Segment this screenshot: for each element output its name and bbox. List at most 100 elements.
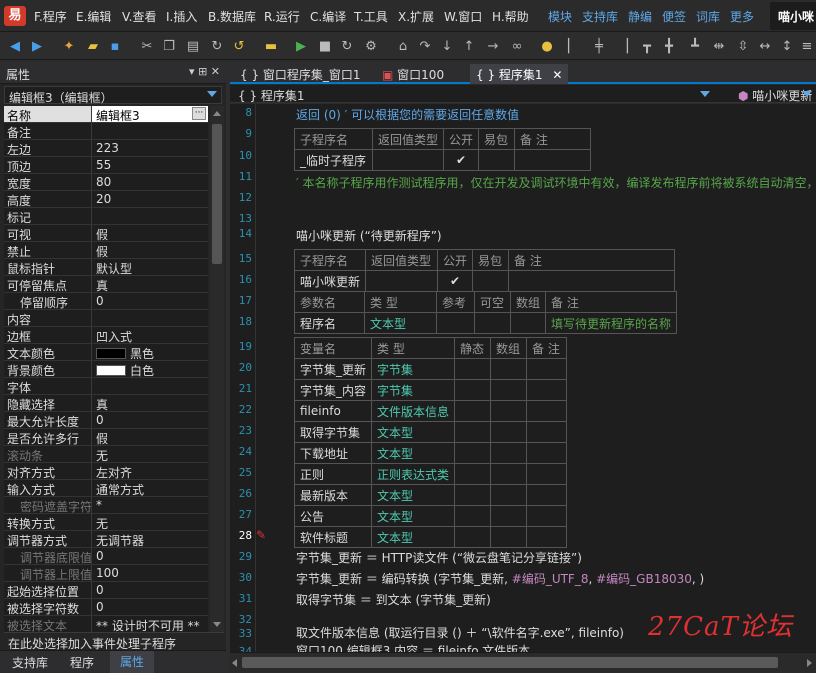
table-row[interactable]: 公告 文本型 <box>293 505 568 527</box>
nullable-cell[interactable] <box>474 312 511 334</box>
menu-view[interactable]: V.查看 <box>122 8 156 25</box>
property-row[interactable]: 转换方式无 <box>4 514 208 531</box>
param-name-cell[interactable]: 程序名 <box>294 312 365 334</box>
empty-cell[interactable] <box>526 442 568 464</box>
code-line-29[interactable]: 字节集_更新 ＝ HTTP读文件 (“微云盘笔记分享链接”) <box>296 549 582 566</box>
property-value[interactable]: 无 <box>92 446 208 462</box>
var-name-cell[interactable]: fileinfo <box>293 400 373 422</box>
property-row[interactable]: 输入方式 通常方式 <box>4 480 208 497</box>
property-value[interactable] <box>92 310 208 326</box>
quick-tab-more[interactable]: 更多 <box>730 8 754 25</box>
breakpoint-icon[interactable]: ✎ <box>256 528 266 542</box>
empty-cell[interactable] <box>490 484 528 506</box>
empty-cell[interactable] <box>526 421 568 443</box>
property-row[interactable]: 标记 <box>4 208 208 225</box>
empty-cell[interactable] <box>490 505 528 527</box>
tab-window-assembly[interactable]: { } 窗口程序集_窗口1 <box>234 64 367 84</box>
property-value[interactable]: 223 <box>92 140 208 156</box>
property-value[interactable] <box>92 378 208 394</box>
quick-tab-modules[interactable]: 模块 <box>548 8 572 25</box>
back-icon[interactable]: ◀ <box>6 37 24 55</box>
menu-edit[interactable]: E.编辑 <box>76 8 111 25</box>
property-value[interactable] <box>92 208 208 224</box>
arrow-icon[interactable]: → <box>484 37 502 55</box>
scroll-down-icon[interactable] <box>213 622 221 627</box>
property-row[interactable]: 调节器上限值 100 <box>4 565 208 582</box>
property-row[interactable]: 备注 <box>4 123 208 140</box>
empty-cell[interactable] <box>490 421 528 443</box>
property-value[interactable]: 无调节器 <box>92 531 208 547</box>
tab-properties[interactable]: 属性 <box>110 651 155 673</box>
assembly-selector[interactable]: { } 程序集1 <box>238 87 305 104</box>
empty-cell[interactable] <box>490 463 528 485</box>
property-row[interactable]: 文本颜色 黑色 <box>4 344 208 361</box>
epackage-cell[interactable] <box>478 149 516 171</box>
check-icon[interactable]: ✔ <box>437 270 474 292</box>
property-row[interactable]: 被选择文本 ** 设计时不可用 ** <box>4 616 208 632</box>
table-row[interactable]: 字节集_内容 字节集 <box>293 379 568 401</box>
empty-cell[interactable] <box>490 442 528 464</box>
run-icon[interactable]: ▶ <box>292 37 310 55</box>
network-icon[interactable]: ⌂ <box>394 37 412 55</box>
var-name-cell[interactable]: 字节集_更新 <box>293 358 373 380</box>
code-line-8[interactable]: 返回 (0) ′ 可以根据您的需要返回任意数值 <box>296 106 519 123</box>
property-value[interactable]: 55 <box>92 157 208 173</box>
property-value[interactable]: 左对齐 <box>92 463 208 479</box>
property-value[interactable]: 80 <box>92 174 208 190</box>
scroll-thumb[interactable] <box>212 124 222 264</box>
empty-cell[interactable] <box>490 379 528 401</box>
empty-cell[interactable] <box>526 505 568 527</box>
copy-icon[interactable]: ❐ <box>160 37 178 55</box>
chevron-down-icon[interactable] <box>700 91 710 97</box>
restart-icon[interactable]: ↻ <box>338 37 356 55</box>
empty-cell[interactable] <box>454 358 492 380</box>
property-row[interactable]: 左边 223 <box>4 140 208 157</box>
property-value[interactable]: 20 <box>92 191 208 207</box>
cut-icon[interactable]: ✂ <box>138 37 156 55</box>
property-row[interactable]: 可停留焦点真 <box>4 276 208 293</box>
property-value[interactable]: 假 <box>92 225 208 241</box>
tab-assembly1[interactable]: { } 程序集1 ✕ <box>470 64 569 84</box>
empty-cell[interactable] <box>526 526 568 548</box>
property-value[interactable]: 白色 <box>92 361 208 377</box>
color-swatch[interactable] <box>96 348 126 359</box>
property-row[interactable]: 鼠标指针 默认型 <box>4 259 208 276</box>
align-bottom-icon[interactable]: ┻ <box>686 37 704 55</box>
property-row[interactable]: 停留顺序 0 <box>4 293 208 310</box>
menu-program[interactable]: F.程序 <box>34 8 67 25</box>
property-row[interactable]: 字体 <box>4 378 208 395</box>
empty-cell[interactable] <box>454 379 492 401</box>
var-name-cell[interactable]: 字节集_内容 <box>293 379 373 401</box>
menu-database[interactable]: B.数据库 <box>208 8 256 25</box>
property-row[interactable]: 调节器底限值 0 <box>4 548 208 565</box>
array-cell[interactable] <box>509 312 547 334</box>
property-row[interactable]: 宽度 80 <box>4 174 208 191</box>
empty-cell[interactable] <box>490 358 528 380</box>
empty-cell[interactable] <box>454 442 492 464</box>
code-line-11[interactable]: ′ 本名称子程序用作测试程序用，仅在开发及调试环境中有效，编译发布程序前将被系统… <box>296 174 816 191</box>
property-row[interactable]: 起始选择位置 0 <box>4 582 208 599</box>
quick-tab-lexicon[interactable]: 词库 <box>696 8 720 25</box>
empty-cell[interactable] <box>490 400 528 422</box>
check-icon[interactable]: ✔ <box>443 149 480 171</box>
property-value[interactable]: 100 <box>92 565 208 581</box>
property-row[interactable]: 内容 <box>4 310 208 327</box>
empty-cell[interactable] <box>454 505 492 527</box>
var-type-cell[interactable]: 文本型 <box>371 442 456 464</box>
compile-icon[interactable]: ⚙ <box>362 37 380 55</box>
property-row[interactable]: 禁止假 <box>4 242 208 259</box>
quick-tab-static[interactable]: 静编 <box>628 8 652 25</box>
reference-cell[interactable] <box>436 312 475 334</box>
menu-compile[interactable]: C.编译 <box>310 8 346 25</box>
var-name-cell[interactable]: 软件标题 <box>293 526 373 548</box>
table-row[interactable]: 最新版本 文本型 <box>293 484 568 506</box>
space-h-icon[interactable]: ⇹ <box>710 37 728 55</box>
property-row[interactable]: 背景颜色 白色 <box>4 361 208 378</box>
paste-icon[interactable]: ▤ <box>184 37 202 55</box>
step-out-icon[interactable]: ↑ <box>460 37 478 55</box>
property-value[interactable] <box>92 123 208 139</box>
align-middle-icon[interactable]: ╋ <box>660 37 678 55</box>
epackage-cell[interactable] <box>472 270 510 292</box>
save-icon[interactable]: ▪ <box>106 37 124 55</box>
align-left-icon[interactable]: ▏ <box>564 37 582 55</box>
